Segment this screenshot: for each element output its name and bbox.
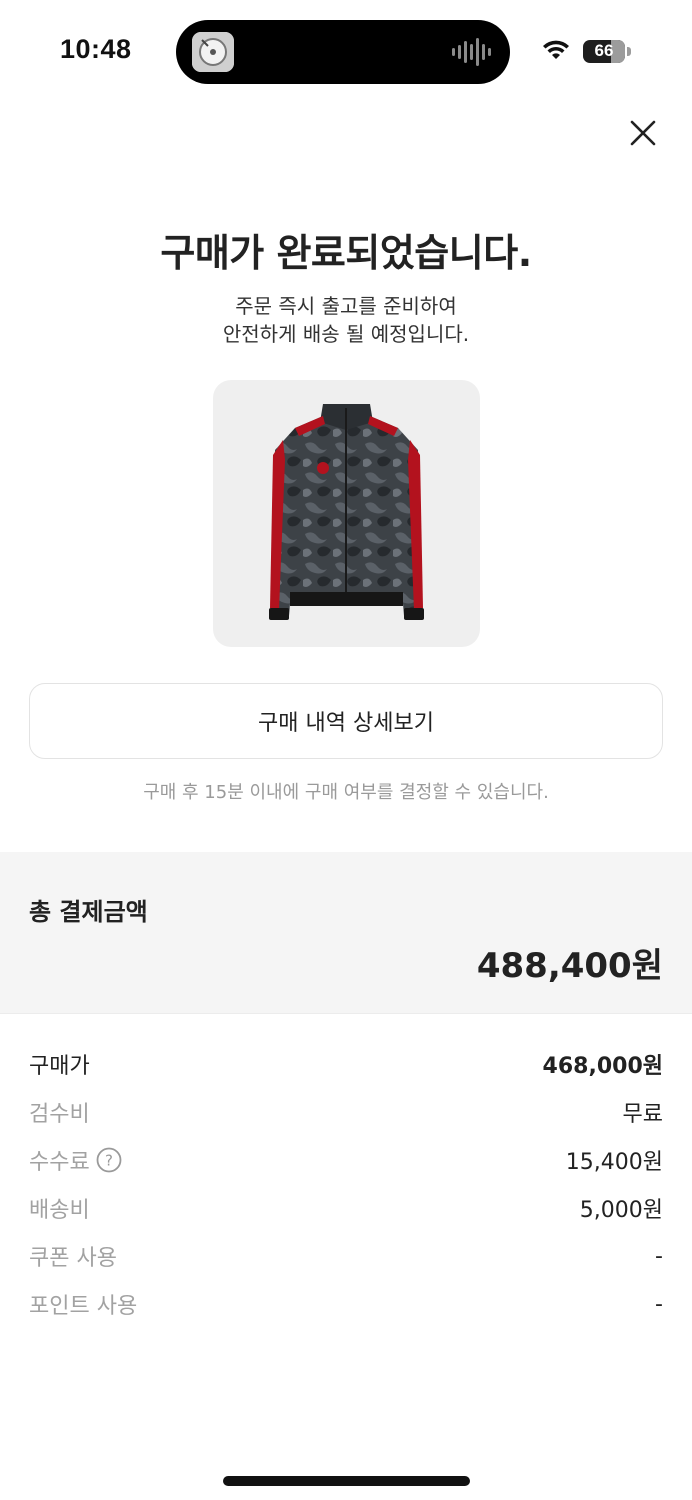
row-value: - — [655, 1243, 663, 1269]
total-payment-panel: 총 결제금액 488,400원 — [0, 852, 692, 1014]
row-value: 무료 — [622, 1102, 663, 1127]
battery-level: 66 — [594, 41, 614, 60]
help-icon[interactable]: ? — [96, 1147, 122, 1173]
battery-icon: 66 — [583, 40, 625, 63]
status-time: 10:48 — [60, 34, 132, 64]
breakdown-row-points: 포인트 사용 - — [29, 1280, 663, 1328]
breakdown-row-service-fee: 수수료 ? 15,400원 — [29, 1136, 663, 1184]
price-breakdown: 구매가 468,000원 검수비 무료 수수료 ? 15,400원 배송비 5,… — [29, 1040, 663, 1328]
product-image-card[interactable] — [213, 380, 480, 647]
decision-notice: 구매 후 15분 이내에 구매 여부를 결정할 수 있습니다. — [143, 782, 549, 803]
battery-cap — [627, 47, 631, 56]
wifi-icon — [543, 40, 569, 59]
row-label: 배송비 — [29, 1198, 90, 1223]
row-label: 수수료 — [29, 1150, 90, 1175]
purchase-complete-screen: 10:48 66 구매가 완료되었습니다. 주문 즉시 출고를 준비하여 안전하… — [0, 0, 692, 1500]
home-indicator[interactable] — [223, 1476, 470, 1486]
breakdown-row-inspection-fee: 검수비 무료 — [29, 1088, 663, 1136]
audio-waveform-icon — [452, 38, 491, 66]
row-label: 포인트 사용 — [29, 1294, 138, 1319]
row-label: 쿠폰 사용 — [29, 1246, 117, 1271]
row-label: 검수비 — [29, 1102, 90, 1127]
dynamic-island[interactable] — [176, 20, 510, 84]
row-label: 구매가 — [29, 1054, 90, 1079]
now-playing-artwork — [192, 32, 234, 72]
subtitle-line-2: 안전하게 배송 될 예정입니다. — [222, 322, 470, 346]
breakdown-row-shipping: 배송비 5,000원 — [29, 1184, 663, 1232]
track-jacket-image — [269, 404, 424, 620]
row-value: - — [655, 1291, 663, 1317]
svg-text:?: ? — [105, 1152, 113, 1170]
row-label-wrap: 수수료 ? — [29, 1144, 122, 1176]
breakdown-row-coupon: 쿠폰 사용 - — [29, 1232, 663, 1280]
row-value: 468,000원 — [542, 1054, 663, 1079]
breakdown-row-purchase-price: 구매가 468,000원 — [29, 1040, 663, 1088]
subtitle-line-1: 주문 즉시 출고를 준비하여 — [235, 294, 457, 318]
total-payment-label: 총 결제금액 — [29, 898, 148, 926]
close-icon[interactable] — [626, 116, 660, 150]
row-value: 15,400원 — [565, 1150, 663, 1175]
row-value: 5,000원 — [579, 1198, 663, 1223]
purchase-detail-button[interactable]: 구매 내역 상세보기 — [29, 683, 663, 759]
total-payment-amount: 488,400원 — [476, 946, 663, 986]
page-title: 구매가 완료되었습니다. — [160, 231, 532, 275]
